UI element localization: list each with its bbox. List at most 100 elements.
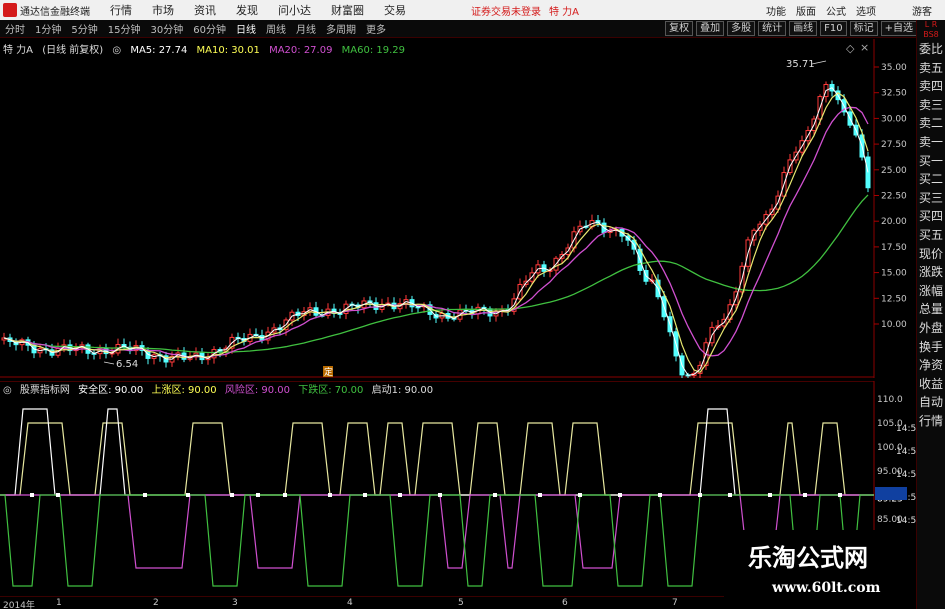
menu-item-market[interactable]: 市场: [142, 2, 184, 18]
guest-label[interactable]: 游客: [907, 3, 937, 18]
sidebar-item-17[interactable]: 净资: [917, 356, 945, 375]
close-icon[interactable]: ×: [860, 41, 869, 54]
tab-1min[interactable]: 1分钟: [30, 21, 66, 36]
time-label: 14:50: [896, 447, 916, 457]
sidebar-item-5[interactable]: 卖一: [917, 133, 945, 152]
stock-label: 特 力A: [3, 45, 34, 56]
indicator-settings-icon[interactable]: ◎: [3, 385, 12, 396]
indicator-name[interactable]: 股票指标网: [20, 385, 70, 396]
watermark-title: 乐淘公式网: [748, 543, 868, 572]
overlay-button[interactable]: 叠加: [696, 21, 725, 36]
price-tick-label: 27.50: [881, 140, 907, 150]
date-label-year: 2014年: [3, 601, 35, 609]
indicator-dot: [256, 493, 260, 497]
f10-button[interactable]: F10: [820, 21, 847, 36]
price-tick-label: 17.50: [881, 243, 907, 253]
sidebar-item-7[interactable]: 买二: [917, 170, 945, 189]
sidebar-item-9[interactable]: 买四: [917, 207, 945, 226]
statistics-button[interactable]: 统计: [758, 21, 787, 36]
sidebar-small-l[interactable]: L: [925, 20, 929, 29]
price-y-axis: 35.00 32.50 30.00 27.50 25.00 22.50 20.00 17.50…: [874, 63, 907, 330]
sidebar-item-14[interactable]: 总量: [917, 300, 945, 319]
date-label-m1: 1: [56, 598, 62, 608]
sidebar-item-15[interactable]: 外盘: [917, 319, 945, 338]
tab-30min[interactable]: 30分钟: [145, 21, 188, 36]
sidebar-item-19[interactable]: 自动: [917, 393, 945, 412]
sidebar-item-11[interactable]: 现价: [917, 245, 945, 264]
sidebar-item-16[interactable]: 换手: [917, 338, 945, 357]
low-price-marker: 6.54: [116, 359, 138, 370]
indicator-legend: ◎ 股票指标网 安全区: 90.00 上涨区: 90.00 风险区: 90.00…: [3, 381, 438, 396]
indicator-dot: [658, 493, 662, 497]
menu-item-wealth[interactable]: 财富圈: [321, 2, 374, 18]
right-quote-sidebar: L R BS8 委比 卖五 卖四 卖三 卖二 卖一 买一 买二 买三 买四 买五…: [916, 20, 945, 609]
ma-settings-icon[interactable]: ◎: [112, 45, 121, 56]
sidebar-item-1[interactable]: 卖五: [917, 59, 945, 78]
time-label: 14:50: [896, 424, 916, 434]
adjust-button[interactable]: 复权: [665, 21, 694, 36]
price-legend: 特 力A (日线 前复权) ◎ MA5: 27.74 MA10: 30.01 M…: [3, 41, 411, 56]
current-stock-title: 特 力A: [549, 6, 580, 18]
indicator-dot: [56, 493, 60, 497]
price-tick-label: 25.00: [881, 166, 907, 176]
sidebar-item-8[interactable]: 买三: [917, 189, 945, 208]
indicator-dot: [186, 493, 190, 497]
time-label: 14:50: [896, 470, 916, 480]
tab-5min[interactable]: 5分钟: [66, 21, 102, 36]
tab-monthly[interactable]: 月线: [291, 21, 321, 36]
indicator-dot: [768, 493, 772, 497]
multi-stock-button[interactable]: 多股: [727, 21, 756, 36]
tab-multi-period[interactable]: 多周期: [321, 21, 361, 36]
sidebar-item-18[interactable]: 收益: [917, 375, 945, 394]
tab-more[interactable]: 更多: [361, 21, 391, 36]
menu-item-function[interactable]: 功能: [761, 3, 791, 18]
event-marker-label: 定: [324, 366, 333, 378]
diamond-icon[interactable]: ◇: [846, 42, 854, 55]
menu-item-quotes[interactable]: 行情: [100, 2, 142, 18]
tab-daily[interactable]: 日线: [231, 21, 261, 36]
price-tick-label: 30.00: [881, 114, 907, 124]
sidebar-item-12[interactable]: 涨跌: [917, 263, 945, 282]
login-notice[interactable]: 证券交易未登录: [471, 3, 541, 18]
tab-timeshare[interactable]: 分时: [0, 21, 30, 36]
tab-60min[interactable]: 60分钟: [188, 21, 231, 36]
sidebar-item-13[interactable]: 涨幅: [917, 282, 945, 301]
sidebar-small-r[interactable]: R: [932, 20, 938, 29]
menu-item-news[interactable]: 资讯: [184, 2, 226, 18]
date-label-m5: 5: [458, 598, 464, 608]
ma60-label: MA60: 19.29: [341, 45, 406, 56]
mark-button[interactable]: 标记: [849, 21, 878, 36]
ma5-label: MA5: 27.74: [130, 45, 188, 56]
draw-line-button[interactable]: 画线: [789, 21, 818, 36]
menu-item-trade[interactable]: 交易: [374, 2, 416, 18]
watermark-overlay: 乐淘公式网 www.60lt.com: [724, 530, 916, 609]
rise-zone-label: 上涨区: 90.00: [151, 385, 217, 396]
tab-weekly[interactable]: 周线: [261, 21, 291, 36]
sidebar-item-20[interactable]: 行情: [917, 412, 945, 431]
indicator-dot: [578, 493, 582, 497]
menu-item-options[interactable]: 选项: [851, 3, 881, 18]
sidebar-small-bs: BS8: [923, 30, 939, 39]
sidebar-item-0[interactable]: 委比: [917, 40, 945, 59]
sidebar-item-3[interactable]: 卖三: [917, 96, 945, 115]
right-menu: 功能 版面 公式 选项 游客: [761, 0, 945, 20]
indicator-dot: [283, 493, 287, 497]
menu-item-ask[interactable]: 问小达: [268, 2, 321, 18]
price-chart-svg: 35.00 32.50 30.00 27.50 25.00 22.50 20.00 17.50…: [0, 39, 907, 378]
menu-item-discover[interactable]: 发现: [226, 2, 268, 18]
indicator-dot: [398, 493, 402, 497]
price-tick-label: 22.50: [881, 192, 907, 202]
date-label-m7: 7: [672, 598, 678, 608]
price-chart-panel[interactable]: 35.00 32.50 30.00 27.50 25.00 22.50 20.00 17.50…: [0, 39, 907, 378]
sidebar-item-4[interactable]: 卖二: [917, 114, 945, 133]
add-favorite-button[interactable]: +自选: [880, 21, 917, 36]
menu-item-layout[interactable]: 版面: [791, 3, 821, 18]
sidebar-item-6[interactable]: 买一: [917, 152, 945, 171]
watermark-url: www.60lt.com: [772, 580, 881, 596]
indicator-dot: [363, 493, 367, 497]
menu-item-formula[interactable]: 公式: [821, 3, 851, 18]
tab-15min[interactable]: 15分钟: [103, 21, 146, 36]
sidebar-item-2[interactable]: 卖四: [917, 77, 945, 96]
indicator-dot: [438, 493, 442, 497]
sidebar-item-10[interactable]: 买五: [917, 226, 945, 245]
